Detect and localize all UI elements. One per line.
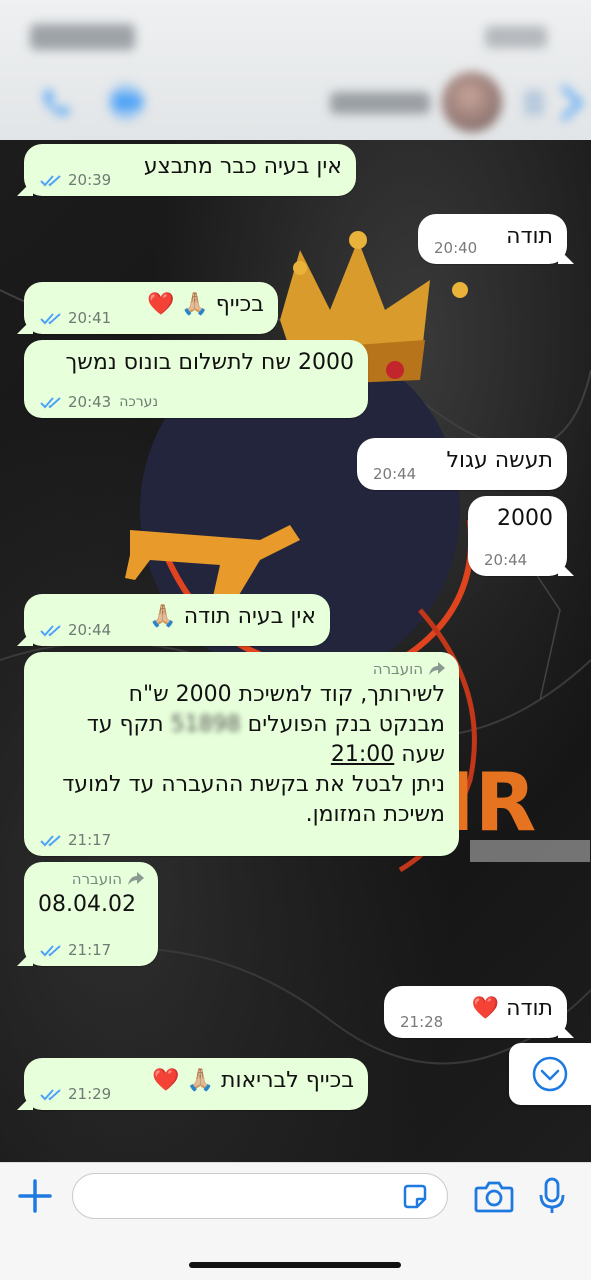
avatar[interactable] [442,72,502,132]
chevron-down-icon [532,1056,568,1092]
message-meta: 20:39 [40,171,111,189]
unread-count-blurred [524,90,544,116]
message-meta: 20:44 [40,621,111,639]
double-check-icon [40,625,61,637]
message-meta: 20:43 נערכה [40,393,158,411]
message-time: 20:41 [68,309,112,327]
double-check-icon [40,1089,61,1101]
message-incoming[interactable]: תעשה עגול 20:44 [357,438,567,490]
message-outgoing[interactable]: אין בעיה כבר מתבצע 20:39 [24,144,356,196]
message-line: שעה 21:00 [330,742,445,767]
time-link[interactable]: 21:00 [331,742,394,767]
double-check-icon [40,835,61,847]
message-line: ניתן לבטל את בקשת ההעברה עד למועד [62,772,445,797]
home-indicator [189,1262,401,1268]
forwarded-label: הועברה [38,870,144,888]
contact-subtitle-blurred [330,92,430,114]
edited-label: נערכה [119,394,159,410]
double-check-icon [40,945,61,957]
message-text: בכייף לבריאות 🙏🏼 [186,1068,354,1093]
forward-icon [128,872,144,885]
message-input[interactable] [72,1173,448,1219]
message-meta: 21:17 [40,831,111,849]
message-text: 2000 שח לתשלום בונוס נמשך [65,350,354,375]
heart-emoji: ❤️ [146,292,175,317]
message-outgoing-forwarded[interactable]: הועברה 08.04.02 21:17 [24,862,158,966]
message-time: 21:17 [68,941,112,959]
forward-icon [429,662,445,675]
message-incoming[interactable]: תודה ❤️ 21:28 [384,986,567,1038]
scroll-to-bottom-button[interactable] [509,1043,591,1105]
mic-icon[interactable] [538,1177,566,1215]
phone-icon[interactable] [36,84,74,122]
contact-name-blurred [30,24,135,50]
message-meta: 21:17 [40,941,111,959]
message-text: 08.04.02 [38,892,136,917]
message-text: 2000 [497,506,553,531]
plus-icon[interactable] [18,1179,52,1213]
message-time: 20:44 [373,465,417,483]
chat-header [0,0,591,140]
message-time: 20:44 [484,551,528,569]
heart-emoji: ❤️ [152,1068,180,1093]
status-blurred [485,26,547,48]
message-time: 21:29 [68,1085,112,1103]
message-time: 20:44 [68,621,112,639]
message-time: 21:28 [400,1013,444,1031]
message-time: 20:40 [434,239,478,257]
message-meta: 21:29 [40,1085,111,1103]
message-line: משיכת המזומן. [305,802,445,827]
message-line: לשירותך, קוד למשיכת 2000 ש"ח [128,682,445,707]
message-text: בכייף 🙏🏼 [181,292,264,317]
camera-icon[interactable] [474,1179,514,1213]
back-icon[interactable] [556,84,586,122]
double-check-icon [40,397,61,409]
message-outgoing[interactable]: אין בעיה תודה 🙏🏼 20:44 [24,594,330,646]
message-incoming[interactable]: 2000 20:44 [468,496,567,576]
message-outgoing[interactable]: בכייף 🙏🏼 ❤️ 20:41 [24,282,278,334]
message-time: 21:17 [68,831,112,849]
message-meta: 20:41 [40,309,111,327]
message-time: 20:43 [68,393,112,411]
video-icon[interactable] [100,82,156,122]
message-text: תודה [506,996,553,1021]
message-time: 20:39 [68,171,112,189]
message-incoming[interactable]: תודה 20:40 [418,214,567,264]
message-line: מבנקט בנק הפועלים 51898 תקף עד [86,712,445,737]
blurred-number: 51898 [170,712,241,737]
sticker-icon[interactable] [401,1183,429,1211]
double-check-icon [40,313,61,325]
message-outgoing[interactable]: בכייף לבריאות 🙏🏼 ❤️ 21:29 [24,1058,368,1110]
message-outgoing-forwarded[interactable]: הועברה לשירותך, קוד למשיכת 2000 ש"ח מבנק… [24,652,459,856]
double-check-icon [40,175,61,187]
heart-emoji: ❤️ [471,996,500,1021]
forwarded-label: הועברה [38,660,445,678]
message-outgoing[interactable]: 2000 שח לתשלום בונוס נמשך 20:43 נערכה [24,340,368,418]
